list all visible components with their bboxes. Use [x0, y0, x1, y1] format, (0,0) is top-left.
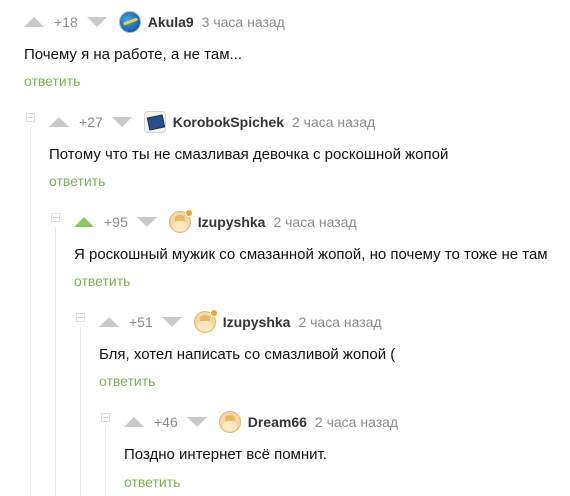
thread-line — [30, 127, 31, 496]
reply-link[interactable]: ответить — [124, 474, 180, 490]
comment-text: Бля, хотел написать со смазливой жопой ( — [99, 346, 396, 363]
comment-username[interactable]: Izupyshka — [198, 214, 266, 230]
online-indicator-icon — [209, 309, 218, 317]
upvote-arrow-icon[interactable] — [99, 317, 119, 327]
thread-line — [105, 427, 106, 496]
collapse-toggle[interactable] — [26, 113, 35, 122]
reply-link[interactable]: ответить — [49, 173, 105, 189]
comment-rating: +46 — [154, 414, 178, 430]
face-avatar[interactable] — [168, 209, 193, 233]
comment-text: Поздно интернет всё помнит. — [124, 446, 327, 463]
face-avatar[interactable] — [218, 411, 241, 433]
comment-time[interactable]: 2 часа назад — [298, 314, 381, 330]
upvote-arrow-icon[interactable] — [24, 17, 44, 27]
comment-time[interactable]: 3 часа назад — [202, 14, 285, 30]
collapse-toggle[interactable] — [76, 313, 85, 322]
comment-text: Я роскошный мужик со смазанной жопой, но… — [74, 246, 548, 263]
reply-link[interactable]: ответить — [24, 73, 80, 89]
comment-rating: +95 — [104, 214, 128, 230]
downvote-arrow-icon[interactable] — [86, 17, 107, 27]
upvote-arrow-icon[interactable] — [49, 117, 69, 127]
online-indicator-icon — [184, 209, 193, 217]
comment-time[interactable]: 2 часа назад — [292, 114, 375, 130]
thread-line — [80, 327, 81, 496]
comment-rating: +27 — [79, 114, 103, 130]
downvote-arrow-icon[interactable] — [186, 417, 207, 427]
globe-avatar[interactable] — [118, 11, 141, 33]
upvote-arrow-icon[interactable] — [74, 217, 94, 227]
comment-time[interactable]: 2 часа назад — [273, 214, 356, 230]
downvote-arrow-icon[interactable] — [136, 217, 157, 227]
comment-username[interactable]: KorobokSpichek — [173, 114, 284, 130]
device-avatar[interactable] — [143, 111, 166, 133]
comment-time[interactable]: 2 часа назад — [315, 414, 398, 430]
downvote-arrow-icon[interactable] — [161, 317, 182, 327]
thread-line — [55, 227, 56, 496]
face-avatar[interactable] — [193, 309, 218, 333]
comment-rating: +51 — [129, 314, 153, 330]
comment-username[interactable]: Dream66 — [248, 414, 307, 430]
collapse-toggle[interactable] — [101, 413, 110, 422]
reply-link[interactable]: ответить — [74, 273, 130, 289]
reply-link[interactable]: ответить — [99, 373, 155, 389]
comment-username[interactable]: Izupyshka — [223, 314, 291, 330]
comment-rating: +18 — [54, 14, 78, 30]
downvote-arrow-icon[interactable] — [111, 117, 132, 127]
comment-username[interactable]: Akula9 — [148, 14, 194, 30]
collapse-toggle[interactable] — [51, 213, 60, 222]
comment-text: Почему я на работе, а не там... — [24, 46, 243, 63]
upvote-arrow-icon[interactable] — [124, 417, 144, 427]
comment-text: Потому что ты не смазливая девочка с рос… — [49, 146, 449, 163]
